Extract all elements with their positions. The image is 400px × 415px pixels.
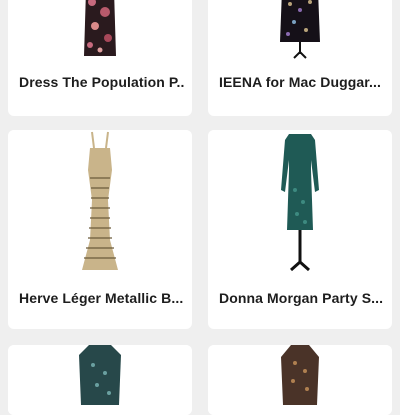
product-card[interactable]: IEENA for Mac Duggar... bbox=[208, 0, 392, 116]
product-card[interactable]: Dress The Population P... bbox=[8, 0, 192, 116]
product-image[interactable] bbox=[208, 0, 392, 60]
product-card[interactable]: Herve Léger Metallic B... bbox=[8, 130, 192, 329]
product-title[interactable]: Donna Morgan Party S... bbox=[219, 290, 384, 306]
product-card[interactable] bbox=[208, 345, 392, 415]
product-image[interactable] bbox=[8, 130, 192, 275]
product-title[interactable]: Dress The Population P... bbox=[19, 74, 184, 90]
product-card[interactable]: Donna Morgan Party S... bbox=[208, 130, 392, 329]
product-image[interactable] bbox=[208, 345, 392, 415]
product-image[interactable] bbox=[8, 0, 192, 60]
product-card[interactable] bbox=[8, 345, 192, 415]
product-title[interactable]: Herve Léger Metallic B... bbox=[19, 290, 184, 306]
product-title[interactable]: IEENA for Mac Duggar... bbox=[219, 74, 384, 90]
product-image[interactable] bbox=[208, 130, 392, 275]
product-image[interactable] bbox=[8, 345, 192, 415]
